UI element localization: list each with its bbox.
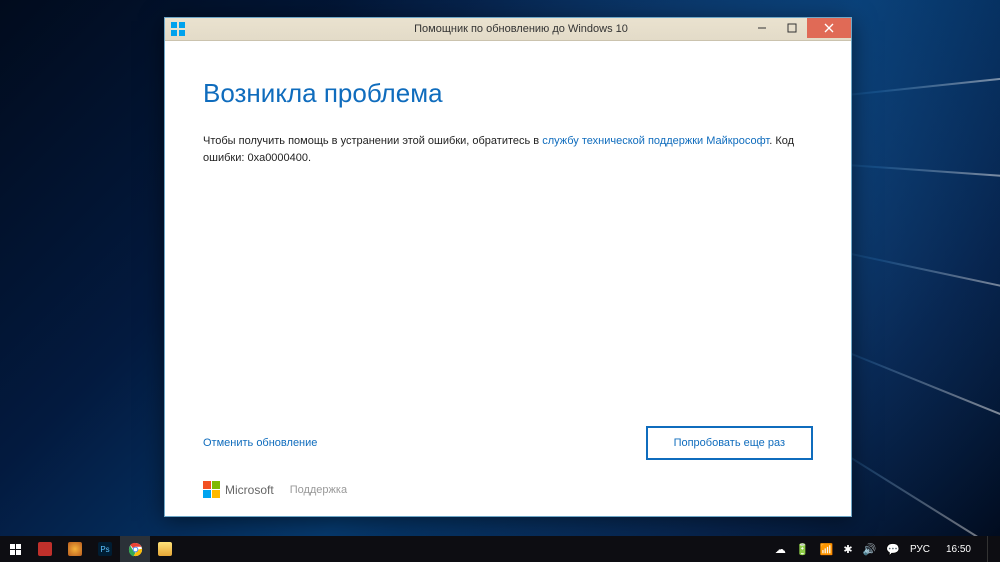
error-heading: Возникла проблема [203,78,813,109]
window-footer: Microsoft Поддержка [203,481,347,498]
upgrade-assistant-window: Помощник по обновлению до Windows 10 Воз… [164,17,852,517]
maximize-button[interactable] [777,18,807,38]
folder-icon [158,542,172,556]
tray-volume-icon[interactable]: 🔊 [863,543,877,556]
taskbar: Ps ☁ 🔋 📶 ✱ 🔊 💬 РУС 16:50 [0,536,1000,562]
taskbar-app-photoshop[interactable]: Ps [90,536,120,562]
tray-onedrive-icon[interactable]: ☁ [775,543,786,556]
minimize-icon [757,23,767,33]
windows-logo-icon [171,22,185,36]
chrome-icon [128,542,143,557]
cancel-update-link[interactable]: Отменить обновление [203,437,317,449]
language-indicator[interactable]: РУС [910,544,930,555]
taskbar-app-paint[interactable] [60,536,90,562]
show-desktop-button[interactable] [987,536,994,562]
tray-bluetooth-icon[interactable]: ✱ [843,543,852,556]
taskbar-app-chrome[interactable] [120,536,150,562]
close-button[interactable] [807,18,851,38]
tray-battery-icon[interactable]: 🔋 [796,543,810,556]
microsoft-logo: Microsoft [203,481,274,498]
retry-button[interactable]: Попробовать еще раз [646,426,813,460]
titlebar[interactable]: Помощник по обновлению до Windows 10 [165,18,851,41]
window-controls [747,18,851,38]
taskbar-right: ☁ 🔋 📶 ✱ 🔊 💬 РУС 16:50 [775,536,1000,562]
error-message: Чтобы получить помощь в устранении этой … [203,133,813,166]
error-text-prefix: Чтобы получить помощь в устранении этой … [203,135,542,147]
microsoft-name: Microsoft [225,483,274,497]
start-icon [10,544,21,555]
action-row: Отменить обновление Попробовать еще раз [203,426,813,460]
microsoft-logo-icon [203,481,220,498]
tray-action-center-icon[interactable]: 💬 [886,543,900,556]
taskbar-app-1[interactable] [30,536,60,562]
start-button[interactable] [0,536,30,562]
maximize-icon [787,23,797,33]
taskbar-clock[interactable]: 16:50 [940,544,977,555]
taskbar-left: Ps [0,536,180,562]
photoshop-icon: Ps [98,542,112,556]
support-link[interactable]: службу технической поддержки Майкрософт [542,135,769,147]
taskbar-app-explorer[interactable] [150,536,180,562]
close-icon [824,23,834,33]
app-icon [38,542,52,556]
desktop: Помощник по обновлению до Windows 10 Воз… [0,0,1000,562]
minimize-button[interactable] [747,18,777,38]
tray-network-icon[interactable]: 📶 [820,543,834,556]
paint-icon [68,542,82,556]
footer-support-link[interactable]: Поддержка [290,484,347,496]
